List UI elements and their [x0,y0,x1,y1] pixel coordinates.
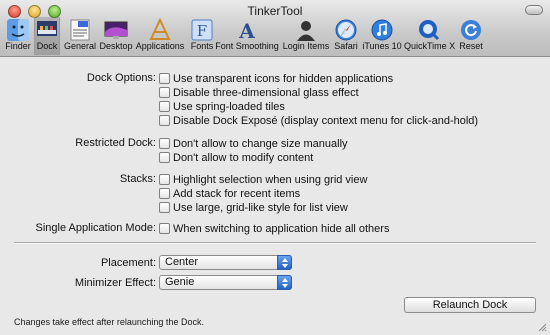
safari-icon [335,19,357,41]
checkbox-label: Use spring-loaded tiles [173,100,285,113]
toolbar-item-font-smoothing[interactable]: A Font Smoothing [215,17,279,55]
checkbox[interactable] [159,152,170,163]
checkbox-label: Use large, grid-like style for list view [173,201,348,214]
checkbox-label: Disable Dock Exposé (display context men… [173,114,479,127]
checkbox[interactable] [159,115,170,126]
toolbar-label: QuickTime X [404,41,456,51]
dock-options-label: Dock Options: [86,72,156,84]
minimizer-effect-value: Genie [165,276,195,288]
checkbox-hide-all-others[interactable]: When switching to application hide all o… [159,222,389,235]
svg-text:F: F [197,22,207,40]
toolbar-label: iTunes 10 [362,41,402,51]
relaunch-dock-button[interactable]: Relaunch Dock [404,297,536,313]
checkbox-disable-3d-glass[interactable]: Disable three-dimensional glass effect [159,86,359,99]
stacks-label: Stacks: [119,173,156,185]
toolbar-item-fonts[interactable]: F Fonts [189,17,215,55]
popup-arrows-icon [277,255,292,270]
window-title: TinkerTool [247,4,303,18]
separator [14,242,536,244]
toolbar-toggle-button[interactable] [525,5,543,15]
checkbox-highlight-grid[interactable]: Highlight selection when using grid view [159,173,367,186]
fonts-icon: F [191,19,213,41]
restricted-dock-label: Restricted Dock: [75,137,156,149]
toolbar-label: Reset [459,41,483,51]
checkbox[interactable] [159,101,170,112]
title-toolbar: TinkerTool Finder Dock General Desktop A… [0,0,550,57]
checkbox-no-modify-content[interactable]: Don't allow to modify content [159,151,313,164]
toolbar-item-applications[interactable]: Applications [136,17,184,55]
checkbox-large-list-style[interactable]: Use large, grid-like style for list view [159,201,348,214]
placement-value: Center [165,256,199,268]
toolbar-item-general[interactable]: General [64,17,96,55]
placement-popup[interactable]: Center [159,255,292,270]
login-items-icon [297,21,315,41]
toolbar-label: Font Smoothing [215,41,279,51]
checkbox[interactable] [159,223,170,234]
dock-icon [37,21,57,36]
minimizer-effect-label: Minimizer Effect: [74,277,156,289]
checkbox-transparent-hidden[interactable]: Use transparent icons for hidden applica… [159,72,393,85]
footer-note: Changes take effect after relaunching th… [14,317,204,327]
checkbox[interactable] [159,138,170,149]
toolbar-item-quicktime[interactable]: QuickTime X [404,17,455,55]
general-icon [70,19,90,41]
toolbar-item-login-items[interactable]: Login Items [283,17,329,55]
checkbox-label: Use transparent icons for hidden applica… [173,72,394,85]
svg-text:A: A [238,19,255,42]
reset-icon [461,20,481,40]
checkbox-label: Don't allow to modify content [173,151,314,164]
checkbox[interactable] [159,87,170,98]
finder-icon [7,19,29,41]
toolbar-item-reset[interactable]: Reset [459,17,483,55]
itunes-icon [371,19,393,41]
checkbox[interactable] [159,202,170,213]
toolbar-item-itunes[interactable]: iTunes 10 [362,17,402,55]
single-app-mode-label: Single Application Mode: [35,222,156,234]
checkbox-label: Disable three-dimensional glass effect [173,86,359,99]
toolbar-label: Login Items [282,41,330,51]
checkbox-disable-dock-expose[interactable]: Disable Dock Exposé (display context men… [159,114,478,127]
checkbox-label: Highlight selection when using grid view [173,173,368,186]
resize-grip-icon[interactable] [537,322,547,332]
checkbox-no-size-change[interactable]: Don't allow to change size manually [159,137,348,150]
checkbox-recent-items-stack[interactable]: Add stack for recent items [159,187,300,200]
checkbox[interactable] [159,174,170,185]
checkbox-label: Don't allow to change size manually [173,137,348,150]
font-smoothing-icon: A [238,19,255,42]
desktop-icon [104,21,128,39]
checkbox-label: When switching to application hide all o… [173,222,390,235]
placement-label: Placement: [100,257,156,269]
toolbar-item-dock[interactable]: Dock [34,17,60,55]
checkbox[interactable] [159,73,170,84]
toolbar-item-desktop[interactable]: Desktop [99,17,133,55]
popup-arrows-icon [277,275,292,290]
toolbar-label: Applications [135,41,185,51]
checkbox[interactable] [159,188,170,199]
checkbox-label: Add stack for recent items [173,187,301,200]
applications-icon [149,18,171,40]
toolbar-item-safari[interactable]: Safari [334,17,358,55]
quicktime-icon [419,20,440,41]
minimizer-effect-popup[interactable]: Genie [159,275,292,290]
tinkertool-window: TinkerTool Finder Dock General Desktop A… [0,0,550,335]
checkbox-spring-loaded[interactable]: Use spring-loaded tiles [159,100,285,113]
